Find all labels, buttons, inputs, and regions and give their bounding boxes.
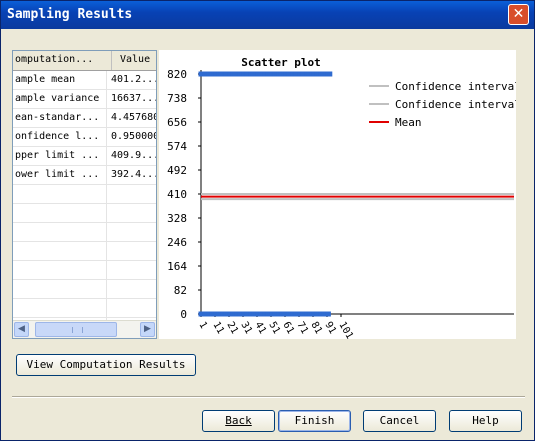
y-tick-label: 82: [174, 284, 187, 297]
x-tick-label: 11: [210, 320, 226, 336]
empty-table-row: [13, 299, 156, 318]
x-tick-label: 91: [322, 320, 338, 336]
empty-cell: [106, 204, 156, 222]
y-tick-label: 492: [167, 164, 187, 177]
x-tick-label: 101: [336, 320, 355, 339]
empty-table-row: [13, 185, 156, 204]
scatter-point: [325, 311, 331, 317]
horizontal-scrollbar[interactable]: ◀ ▶: [13, 320, 156, 338]
table-row[interactable]: onfidence l... 0.950000: [13, 128, 156, 147]
empty-cell: [106, 280, 156, 298]
legend-label: Confidence interval: [395, 98, 516, 111]
scroll-left-button[interactable]: ◀: [14, 322, 29, 337]
empty-cell: [106, 261, 156, 279]
window-title: Sampling Results: [7, 7, 133, 22]
separator: [12, 396, 525, 398]
scroll-right-button[interactable]: ▶: [140, 322, 155, 337]
finish-button[interactable]: Finish: [278, 410, 351, 432]
legend-label: Confidence interval: [395, 80, 516, 93]
sampling-results-dialog: Sampling Results ✕ omputation... Value a…: [0, 0, 535, 441]
cell-value: 401.2...: [106, 71, 156, 89]
grip-icon: [72, 327, 83, 333]
x-tick-label: 31: [238, 320, 254, 336]
cell-computation: onfidence l...: [15, 131, 100, 142]
empty-cell: [106, 242, 156, 260]
scatter-point: [327, 71, 333, 77]
cell-value: 392.4...: [106, 166, 156, 184]
x-tick-label: 1: [196, 320, 209, 331]
table-header: omputation... Value: [13, 51, 156, 71]
chart-svg: Scatter plot 0 82 164 246 328 410 492 574 656 738 8…: [167, 56, 516, 339]
cell-computation: ample variance: [15, 93, 100, 104]
back-button[interactable]: Back: [202, 410, 275, 432]
y-tick-label: 410: [167, 188, 187, 201]
x-tick-label: 21: [224, 320, 240, 336]
cell-value: 409.9...: [106, 147, 156, 165]
empty-cell: [106, 185, 156, 203]
empty-table-row: [13, 280, 156, 299]
y-tick-label: 328: [167, 212, 187, 225]
empty-cell: [106, 223, 156, 241]
view-computation-results-button[interactable]: View Computation Results: [16, 354, 196, 376]
x-tick-label: 51: [266, 320, 282, 336]
table-row[interactable]: pper limit ... 409.9...: [13, 147, 156, 166]
column-header-computation[interactable]: omputation...: [13, 51, 112, 70]
cell-computation: ample mean: [15, 74, 76, 85]
cell-value: 16637....: [106, 90, 156, 108]
y-tick-label: 738: [167, 92, 187, 105]
table-row[interactable]: ample mean 401.2...: [13, 71, 156, 90]
empty-table-row: [13, 223, 156, 242]
chart-title: Scatter plot: [241, 56, 320, 69]
x-tick-label: 71: [294, 320, 310, 336]
results-table: omputation... Value ample mean 401.2... am…: [12, 50, 157, 339]
y-tick-label: 164: [167, 260, 187, 273]
empty-table-row: [13, 242, 156, 261]
y-tick-label: 820: [167, 68, 187, 81]
cell-computation: ean-standar...: [15, 112, 100, 123]
help-button[interactable]: Help: [449, 410, 522, 432]
title-bar[interactable]: Sampling Results ✕: [1, 1, 534, 29]
cell-value: 0.950000: [106, 128, 156, 146]
column-header-value[interactable]: Value: [112, 51, 156, 70]
close-button[interactable]: ✕: [508, 4, 529, 25]
table-row[interactable]: ample variance 16637....: [13, 90, 156, 109]
legend-label: Mean: [395, 116, 422, 129]
cell-value: 4.457680: [106, 109, 156, 127]
empty-table-row: [13, 204, 156, 223]
cell-computation: pper limit ...: [15, 150, 100, 161]
table-row[interactable]: ean-standar... 4.457680: [13, 109, 156, 128]
x-tick-label: 61: [280, 320, 296, 336]
x-tick-label: 81: [308, 320, 324, 336]
y-tick-label: 0: [180, 308, 187, 321]
table-row[interactable]: ower limit ... 392.4...: [13, 166, 156, 185]
empty-cell: [106, 299, 156, 317]
y-tick-label: 246: [167, 236, 187, 249]
cell-computation: ower limit ...: [15, 169, 100, 180]
scatter-chart: Scatter plot 0 82 164 246 328 410 492 574 656 738 8…: [159, 50, 516, 339]
x-tick-label: 41: [252, 320, 268, 336]
table-body: ample mean 401.2... ample variance 16637...…: [13, 71, 156, 337]
empty-table-row: [13, 261, 156, 280]
y-tick-label: 656: [167, 116, 187, 129]
y-tick-label: 574: [167, 140, 187, 153]
cancel-button[interactable]: Cancel: [363, 410, 436, 432]
scroll-thumb[interactable]: [35, 322, 117, 337]
